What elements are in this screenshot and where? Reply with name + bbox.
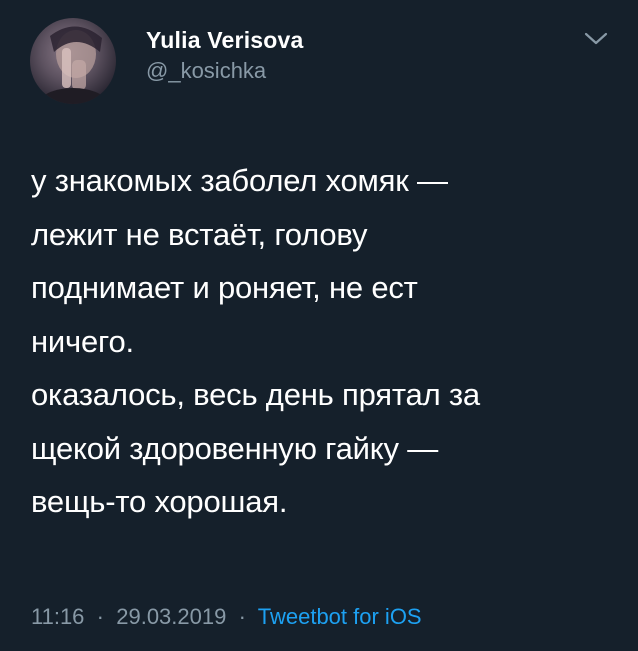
tweet-meta: 11:16 · 29.03.2019 · Tweetbot for iOS [31, 604, 422, 630]
avatar[interactable] [30, 18, 116, 104]
handle[interactable]: @_kosichka [146, 58, 266, 84]
meta-separator: · [90, 604, 111, 629]
tweet-text-line: поднимает и роняет, не ест [31, 270, 418, 305]
tweet-time[interactable]: 11:16 [31, 604, 84, 629]
display-name[interactable]: Yulia Verisova [146, 27, 304, 54]
tweet-text-line: вещь-то хорошая. [31, 484, 288, 519]
tweet-text-line: лежит не встаёт, голову [31, 216, 368, 252]
tweet-date[interactable]: 29.03.2019 [116, 604, 226, 629]
tweet-text-line: щекой здоровенную гайку — [31, 430, 438, 466]
tweet-source-link[interactable]: Tweetbot for iOS [258, 604, 422, 629]
tweet-text-line: оказалось, весь день прятал за [31, 377, 480, 412]
meta-separator: · [232, 604, 253, 629]
tweet-text-line: ничего. [31, 323, 134, 359]
tweet-text-line: у знакомых заболел хомяк — [31, 163, 448, 198]
tweet-text: у знакомых заболел хомяк — лежит не вста… [31, 154, 616, 529]
tweet: Yulia Verisova @_kosichka у знакомых заб… [0, 0, 638, 651]
chevron-down-icon[interactable] [582, 28, 610, 48]
